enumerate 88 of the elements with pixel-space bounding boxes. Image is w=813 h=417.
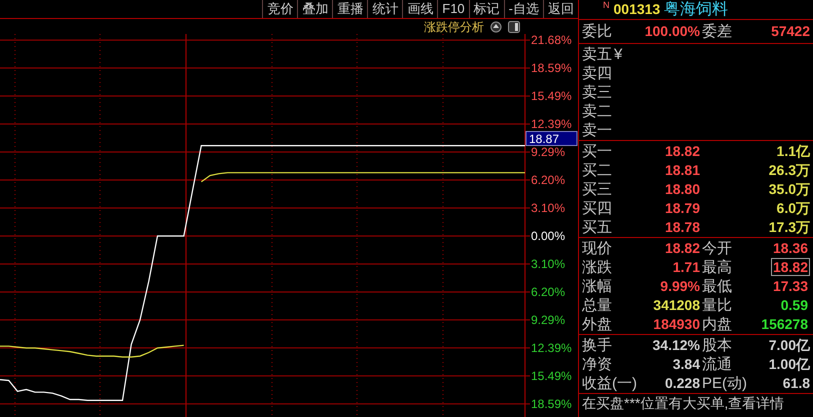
bid-price: 18.81 bbox=[664, 160, 700, 180]
axis-label: 18.59% bbox=[531, 396, 572, 411]
order-ratio-label: 委比 bbox=[582, 22, 613, 41]
panel-toggle-icon[interactable] bbox=[508, 20, 520, 32]
stat-label: 股本 bbox=[701, 336, 733, 354]
stat-value: 18.82 bbox=[770, 258, 810, 276]
toolbar-button[interactable]: 返回 bbox=[543, 0, 578, 18]
bid-price: 18.78 bbox=[664, 218, 700, 236]
stat-value: 0.228 bbox=[664, 374, 700, 392]
stat-label: 涨幅 bbox=[582, 276, 613, 296]
stat-label: 总量 bbox=[582, 296, 613, 314]
listing-mark-label: N bbox=[603, 1, 610, 10]
bid-price: 18.80 bbox=[664, 180, 700, 198]
axis-label: 12.39% bbox=[531, 117, 572, 132]
bid-label: 买三 bbox=[582, 180, 613, 198]
stat-label: 今开 bbox=[701, 238, 733, 258]
stat-label: 收益(一) bbox=[582, 374, 637, 392]
bid-price: 18.82 bbox=[664, 142, 700, 160]
toolbar-button[interactable]: 竞价 bbox=[262, 0, 298, 18]
currency-sign: ¥ bbox=[614, 44, 622, 64]
axis-label: 3.10% bbox=[531, 200, 566, 215]
cursor-price-label: 18.87 bbox=[526, 131, 578, 146]
stat-value: 9.99% bbox=[660, 276, 700, 296]
stat-label: 内盘 bbox=[701, 314, 733, 334]
axis-label: 21.68% bbox=[531, 34, 572, 48]
order-diff-label: 委差 bbox=[701, 22, 733, 41]
bid-label: 买五 bbox=[582, 218, 613, 236]
bid-volume: 17.3万 bbox=[768, 218, 810, 236]
stat-label: 外盘 bbox=[582, 314, 613, 334]
stat-value: 184930 bbox=[653, 314, 700, 334]
stat-value: 34.12% bbox=[652, 336, 700, 354]
axis-label: 3.10% bbox=[531, 256, 566, 271]
bid-label: 买二 bbox=[582, 160, 613, 180]
ask-label: 卖一 bbox=[582, 120, 612, 140]
stat-label: 最低 bbox=[701, 276, 733, 296]
stock-code: 001313 bbox=[614, 0, 660, 19]
toolbar-button[interactable]: -自选 bbox=[504, 0, 543, 18]
bid-label: 买四 bbox=[582, 198, 613, 218]
toolbar-button[interactable]: 画线 bbox=[402, 0, 438, 18]
axis-label: 15.49% bbox=[531, 89, 572, 104]
bid-volume: 6.0万 bbox=[776, 198, 810, 218]
bid-price: 18.79 bbox=[664, 198, 700, 218]
ask-label: 卖四 bbox=[582, 64, 612, 82]
stat-label: 流通 bbox=[701, 354, 733, 374]
bid-volume: 26.3万 bbox=[768, 160, 810, 180]
ask-label: 卖三 bbox=[582, 82, 612, 102]
axis-label: 9.29% bbox=[531, 312, 566, 327]
toolbar-button[interactable]: 叠加 bbox=[297, 0, 332, 18]
axis-label: 18.59% bbox=[531, 61, 572, 76]
stat-value: 1.71 bbox=[672, 258, 700, 276]
toolbar-button[interactable]: 重播 bbox=[332, 0, 368, 18]
axis-label: 12.39% bbox=[531, 340, 572, 355]
stat-label: 涨跌 bbox=[582, 258, 613, 276]
toolbar-button[interactable]: F10 bbox=[437, 0, 469, 18]
axis-label: 0.00% bbox=[531, 228, 566, 243]
stat-value: 0.59 bbox=[780, 296, 809, 314]
stat-value: 17.33 bbox=[772, 277, 809, 295]
axis-label: 6.20% bbox=[531, 284, 566, 299]
stat-label: 最高 bbox=[701, 258, 733, 276]
stat-label: 换手 bbox=[582, 336, 612, 354]
bid-volume: 1.1亿 bbox=[776, 142, 810, 160]
stat-value: 18.36 bbox=[772, 239, 809, 257]
stock-name: 粤海饲料 bbox=[664, 0, 728, 19]
arrow-up-icon[interactable] bbox=[490, 20, 502, 32]
chart-title: 涨跌停分析 bbox=[424, 20, 484, 34]
stat-value: 156278 bbox=[760, 315, 809, 333]
order-diff-value: 57422 bbox=[771, 22, 810, 41]
stat-value: 3.84 bbox=[672, 354, 700, 374]
stat-value: 1.00亿 bbox=[768, 354, 810, 374]
stat-value: 341208 bbox=[653, 296, 700, 314]
ask-label: 卖五 bbox=[582, 44, 612, 64]
stat-label: 量比 bbox=[701, 296, 733, 314]
toolbar-button[interactable]: 统计 bbox=[367, 0, 402, 18]
stat-value: 18.82 bbox=[664, 238, 700, 258]
stat-value: 61.8 bbox=[782, 374, 810, 392]
stat-label: 现价 bbox=[582, 238, 613, 258]
axis-label: 9.29% bbox=[531, 145, 566, 160]
bid-volume: 35.0万 bbox=[768, 180, 810, 198]
bid-label: 买一 bbox=[582, 142, 613, 160]
stat-label: PE(动) bbox=[701, 374, 746, 392]
axis-label: 15.49% bbox=[531, 368, 572, 383]
toolbar-button[interactable]: 标记 bbox=[468, 0, 504, 18]
axis-label: 6.20% bbox=[531, 172, 566, 187]
stat-value: 7.00亿 bbox=[768, 336, 810, 354]
stat-label: 净资 bbox=[582, 354, 612, 374]
ask-label: 卖二 bbox=[582, 102, 612, 120]
notice-link[interactable]: 在买盘***位置有大买单,查看详情 bbox=[579, 394, 813, 413]
order-ratio-value: 100.00% bbox=[644, 22, 700, 41]
